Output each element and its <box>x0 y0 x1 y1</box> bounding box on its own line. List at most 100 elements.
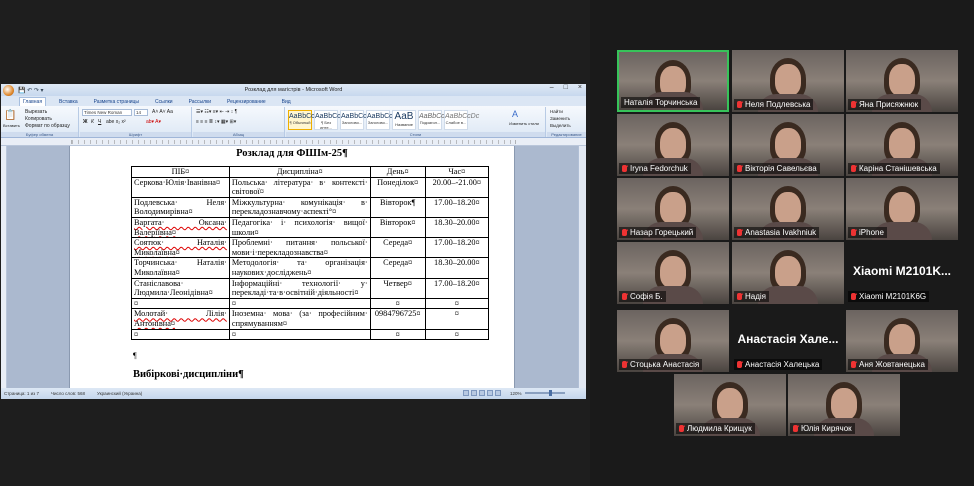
strike-sub-sup-icon[interactable]: abe x₂ x² <box>106 119 126 125</box>
table-cell-name[interactable]: Торчинська· Наталія· Миколаївна¤ <box>131 257 230 279</box>
horizontal-ruler[interactable] <box>1 138 586 146</box>
table-cell-day[interactable]: Понеділок¤ <box>369 176 426 198</box>
table-cell-course[interactable]: ¤ <box>228 297 371 310</box>
paste-icon[interactable]: 📋 <box>4 110 16 121</box>
maximize-icon[interactable]: □ <box>564 84 568 91</box>
participant-tile[interactable]: Яна Присяжнюк <box>846 50 958 112</box>
participant-tile[interactable]: Xiaomi M2101K... Xiaomi M2101K6G <box>846 242 958 304</box>
change-styles-icon[interactable]: A <box>512 109 518 119</box>
paste-button[interactable]: Вставить <box>3 123 20 128</box>
style-no-spacing[interactable]: AaBbCcDc ¶ Без инте... <box>314 110 349 130</box>
participant-tile[interactable]: Людмила Крищук <box>674 374 786 436</box>
tab-mailings[interactable]: Рассылки <box>186 98 214 106</box>
document-page[interactable]: Розклад для ФШІм-25¶ ПІБ¤ Дисципліна¤ Де… <box>69 146 515 388</box>
change-styles-button[interactable]: Изменить стили <box>506 121 542 126</box>
participant-tile[interactable]: Юлія Кирячок <box>788 374 900 436</box>
zoom-slider-knob[interactable] <box>548 390 552 396</box>
bold-icon[interactable]: Ж <box>83 119 88 125</box>
participant-tile[interactable]: Наталія Торчинська <box>617 50 729 112</box>
zoom-slider[interactable] <box>524 390 565 396</box>
vertical-ruler[interactable] <box>1 146 7 388</box>
view-buttons[interactable] <box>463 390 501 396</box>
table-cell-course[interactable]: Проблемні· питання· польської· мови·і·пе… <box>228 237 371 259</box>
participant-tile[interactable]: Каріна Станішевська <box>846 114 958 176</box>
find-button[interactable]: Найти <box>550 109 563 114</box>
table-cell-day[interactable]: ¤ <box>369 297 426 310</box>
italic-icon[interactable]: К <box>91 119 94 125</box>
table-cell-time[interactable]: ¤ <box>424 328 490 341</box>
table-cell-name[interactable]: Серкова·Юлія·Іванівна¤ <box>131 176 230 198</box>
table-cell-name[interactable]: Соятюк· Наталія· Миколаївна¤ <box>131 237 230 259</box>
participant-tile[interactable]: iPhone <box>846 178 958 240</box>
table-cell-course[interactable]: Іноземна· мова· (за· професійним· спряму… <box>228 308 371 330</box>
font-name-box[interactable]: Times New Roman <box>82 109 132 116</box>
table-cell-time[interactable]: 20.00–-21.00¤ <box>424 176 490 198</box>
style-subtitle[interactable]: AaBbCc. Подзагол... <box>418 110 447 130</box>
underline-icon[interactable]: Ч <box>98 119 101 125</box>
tab-page-layout[interactable]: Разметка страницы <box>91 98 142 106</box>
table-cell-time[interactable]: 18.30–20.00¤ <box>424 257 490 279</box>
word-window[interactable]: 💾 ↶ ↷ ▾ Розклад для магістрів - Microsof… <box>1 84 586 399</box>
participant-tile[interactable]: Неля Подлевська <box>732 50 844 112</box>
table-cell-course[interactable]: Педагогіка· і· психологія· вищої· школи¤ <box>228 216 371 239</box>
tab-references[interactable]: Ссылки <box>152 98 176 106</box>
tab-review[interactable]: Рецензирование <box>224 98 269 106</box>
table-cell-time[interactable]: 17.00–18.20¤ <box>424 196 490 218</box>
align-icons[interactable]: ≡ ≡ ≡ ≣ ↕▾ ▦▾ ⊞▾ <box>196 119 236 125</box>
participant-tile[interactable]: Anastasia Ivakhniuk <box>732 178 844 240</box>
participant-tile[interactable]: Надія <box>732 242 844 304</box>
participant-tile[interactable]: Iryna Fedorchuk <box>617 114 729 176</box>
list-icons[interactable]: ☰▾ ☷▾ ≡▾ ⇤ ⇥ ↕ ¶ <box>196 109 237 115</box>
close-icon[interactable]: × <box>578 84 582 91</box>
table-cell-time[interactable]: ¤ <box>424 297 490 310</box>
participant-tile[interactable]: Аня Жовтанецька <box>846 310 958 372</box>
language[interactable]: Украинский (Украина) <box>97 391 142 396</box>
schedule-table[interactable]: ПІБ¤ Дисципліна¤ День¤ Час¤ Серкова·Юлія… <box>131 166 490 341</box>
table-cell-day[interactable]: Вівторок¤ <box>369 216 426 239</box>
style-heading1[interactable]: AaBbCc Заголово... <box>340 110 367 130</box>
participant-tile[interactable]: Назар Горецький <box>617 178 729 240</box>
table-cell-time[interactable]: 17.00–18.20¤ <box>424 237 490 259</box>
tab-insert[interactable]: Вставка <box>56 98 81 106</box>
participant-tile[interactable]: Софія Б. <box>617 242 729 304</box>
table-cell-day[interactable]: Середа¤ <box>369 237 426 259</box>
participant-tile[interactable]: Анастасія Хале... Анастасія Халецька <box>732 310 844 372</box>
zoom-control[interactable]: 120% <box>510 390 580 396</box>
font-size-box[interactable]: 14 <box>134 109 148 116</box>
minimize-icon[interactable]: – <box>550 84 554 91</box>
vertical-scrollbar[interactable] <box>578 146 586 388</box>
table-cell-day[interactable]: 0984796725¤ <box>369 308 426 330</box>
participant-tile[interactable]: Вікторія Савельєва <box>732 114 844 176</box>
style-normal[interactable]: AaBbCcDc ¶ Обычный <box>288 110 323 130</box>
tab-view[interactable]: Вид <box>279 98 294 106</box>
cut-button[interactable]: Вырезать <box>25 109 47 115</box>
table-cell-day[interactable]: Середа¤ <box>369 257 426 279</box>
table-cell-time[interactable]: 17.00–18.20¤ <box>424 277 490 299</box>
font-color-icon[interactable]: ab▾ A▾ <box>146 119 161 125</box>
table-cell-name[interactable]: Варгата· Оксана· Валеріївна¤ <box>131 216 230 239</box>
tab-home[interactable]: Главная <box>19 97 47 106</box>
table-cell-name[interactable]: ¤ <box>131 328 230 341</box>
table-cell-time[interactable]: ¤ <box>424 308 490 330</box>
table-cell-day[interactable]: ¤ <box>369 328 426 341</box>
participant-tile[interactable]: Стоцька Анастасія <box>617 310 729 372</box>
word-count[interactable]: Число слов: 568 <box>51 391 85 396</box>
table-cell-name[interactable]: ¤ <box>131 297 230 310</box>
style-title[interactable]: AaB Название <box>392 110 416 130</box>
table-cell-course[interactable]: Методологія· та· організація· наукових·д… <box>228 257 371 279</box>
table-cell-name[interactable]: Станіславова· Людмила·Леонідівна¤ <box>131 277 230 299</box>
table-cell-course[interactable]: Міжкультурна· комунікація· в· перекладоз… <box>228 196 371 218</box>
page-count[interactable]: Страница: 1 из 7 <box>4 391 39 396</box>
table-cell-time[interactable]: 18.30–20.00¤ <box>424 216 490 239</box>
table-cell-name[interactable]: Подлевська· Неля· Володимирівна¤ <box>131 196 230 218</box>
table-cell-course[interactable]: Інформаційні· технології· у· перекладі·т… <box>228 277 371 299</box>
style-heading2[interactable]: AaBbCc Заголово... <box>366 110 393 130</box>
replace-button[interactable]: Заменить <box>550 116 570 121</box>
table-cell-name[interactable]: Молотай· Лілія· Антонівна¤ <box>131 308 230 330</box>
grow-shrink-font-icon[interactable]: A˄ A˅ Aa <box>152 109 173 115</box>
style-subtle-emphasis[interactable]: AaBbCcDc Слабое в... <box>444 110 479 130</box>
table-cell-day[interactable]: Вівторок¶ <box>369 196 426 218</box>
table-cell-day[interactable]: Четвер¤ <box>369 277 426 299</box>
format-painter-button[interactable]: Формат по образцу <box>25 123 70 129</box>
copy-button[interactable]: Копировать <box>25 116 52 122</box>
